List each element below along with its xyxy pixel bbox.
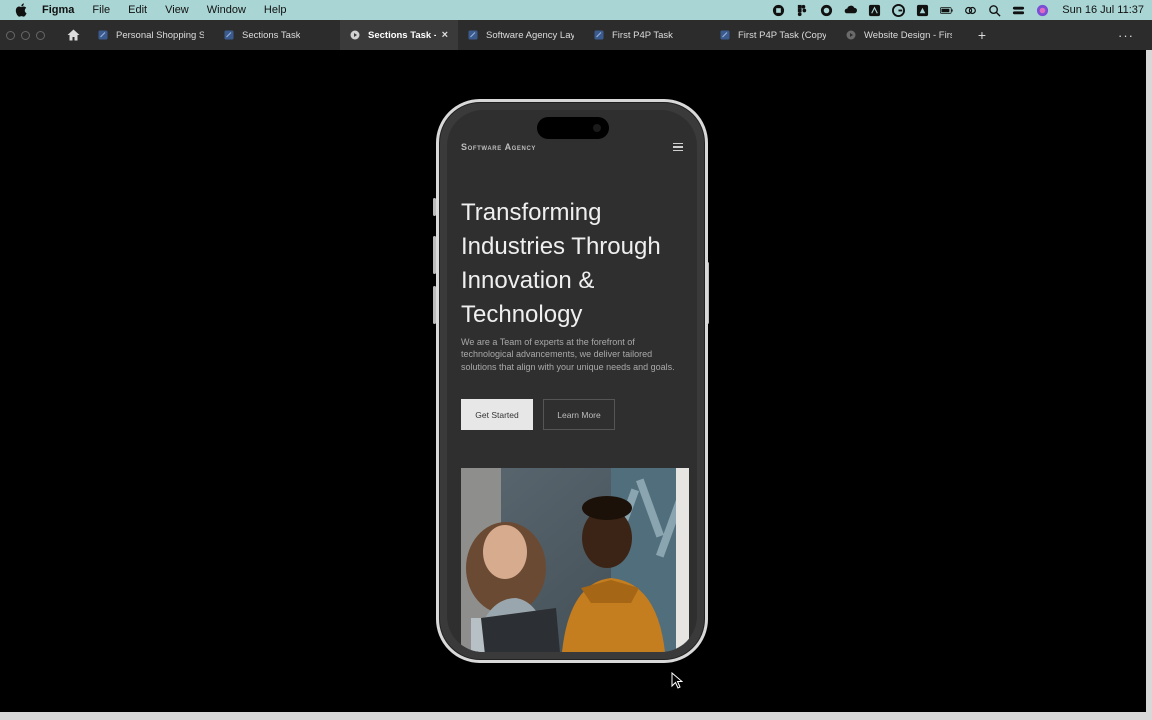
more-options-icon[interactable]: ··· — [1118, 28, 1152, 43]
menu-bar: Figma File Edit View Window Help Sun 16 … — [0, 0, 1152, 20]
tab-label: First P4P Task — [612, 29, 673, 41]
tab-sections-task-prototype[interactable]: Sections Task - Se × — [340, 20, 458, 50]
menu-app-figma[interactable]: Figma — [42, 0, 83, 20]
apple-menu-icon[interactable] — [0, 3, 42, 17]
close-tab-icon[interactable]: × — [442, 29, 448, 41]
dynamic-island — [537, 117, 609, 139]
creative-cloud-icon[interactable] — [819, 3, 833, 17]
tab-first-p4p-task[interactable]: First P4P Task — [584, 20, 710, 50]
tab-label: Personal Shopping S — [116, 29, 204, 41]
figma-agent-icon[interactable] — [795, 3, 809, 17]
clock[interactable]: Sun 16 Jul 11:37 — [1062, 4, 1144, 16]
control-center-icon[interactable] — [1011, 3, 1025, 17]
tab-personal-shopping[interactable]: Personal Shopping S — [88, 20, 214, 50]
battery-icon[interactable] — [939, 3, 953, 17]
close-window-button[interactable] — [6, 30, 15, 40]
design-file-icon — [224, 30, 234, 40]
home-icon[interactable] — [58, 29, 88, 41]
window-controls — [0, 30, 58, 40]
cloud-sync-icon[interactable] — [843, 3, 857, 17]
hero-description: We are a Team of experts at the forefron… — [461, 337, 675, 372]
tab-label: Sections Task — [242, 29, 301, 41]
menu-file[interactable]: File — [83, 0, 119, 20]
tab-first-p4p-task-copy[interactable]: First P4P Task (Copy — [710, 20, 836, 50]
play-icon — [846, 30, 856, 40]
link-icon[interactable] — [963, 3, 977, 17]
record-icon[interactable] — [771, 3, 785, 17]
app-store-icon[interactable] — [867, 3, 881, 17]
design-file-icon — [468, 30, 478, 40]
mouse-cursor-icon — [671, 672, 683, 689]
grammarly-icon[interactable] — [891, 3, 905, 17]
menu-help[interactable]: Help — [255, 0, 296, 20]
zoom-window-button[interactable] — [36, 30, 45, 40]
hero-title: Transforming Industries Through Innovati… — [461, 199, 661, 328]
tab-software-agency[interactable]: Software Agency Lay — [458, 20, 584, 50]
search-icon[interactable] — [987, 3, 1001, 17]
status-area: Sun 16 Jul 11:37 — [766, 0, 1152, 20]
new-tab-button[interactable]: + — [970, 27, 994, 43]
hero-image — [461, 468, 689, 652]
siri-icon[interactable] — [1035, 3, 1049, 17]
learn-more-button[interactable]: Learn More — [543, 399, 615, 430]
tab-label: First P4P Task (Copy — [738, 29, 826, 41]
menu-window[interactable]: Window — [198, 0, 255, 20]
canvas-edge — [1146, 50, 1152, 720]
brand-logo[interactable]: Software Agency — [461, 142, 536, 152]
tab-label: Website Design - Firs — [864, 29, 952, 41]
menu-view[interactable]: View — [156, 0, 198, 20]
design-file-icon — [594, 30, 604, 40]
get-started-button[interactable]: Get Started — [461, 399, 533, 430]
design-file-icon — [98, 30, 108, 40]
minimize-window-button[interactable] — [21, 30, 30, 40]
drive-icon[interactable] — [915, 3, 929, 17]
design-file-icon — [720, 30, 730, 40]
tab-bar: Personal Shopping S Sections Task Sectio… — [0, 20, 1152, 50]
hamburger-menu-icon[interactable] — [673, 143, 683, 151]
menu-edit[interactable]: Edit — [119, 0, 156, 20]
tab-label: Software Agency Lay — [486, 29, 574, 41]
tab-label: Sections Task - Se — [368, 29, 436, 41]
camera-icon — [593, 124, 601, 132]
prototype-screen[interactable]: Software Agency Transforming Industries … — [447, 110, 697, 652]
tab-website-design[interactable]: Website Design - Firs — [836, 20, 962, 50]
window-bottom-edge — [0, 712, 1152, 720]
play-icon — [350, 30, 360, 40]
tab-sections-task[interactable]: Sections Task — [214, 20, 340, 50]
phone-frame: Software Agency Transforming Industries … — [436, 99, 708, 663]
